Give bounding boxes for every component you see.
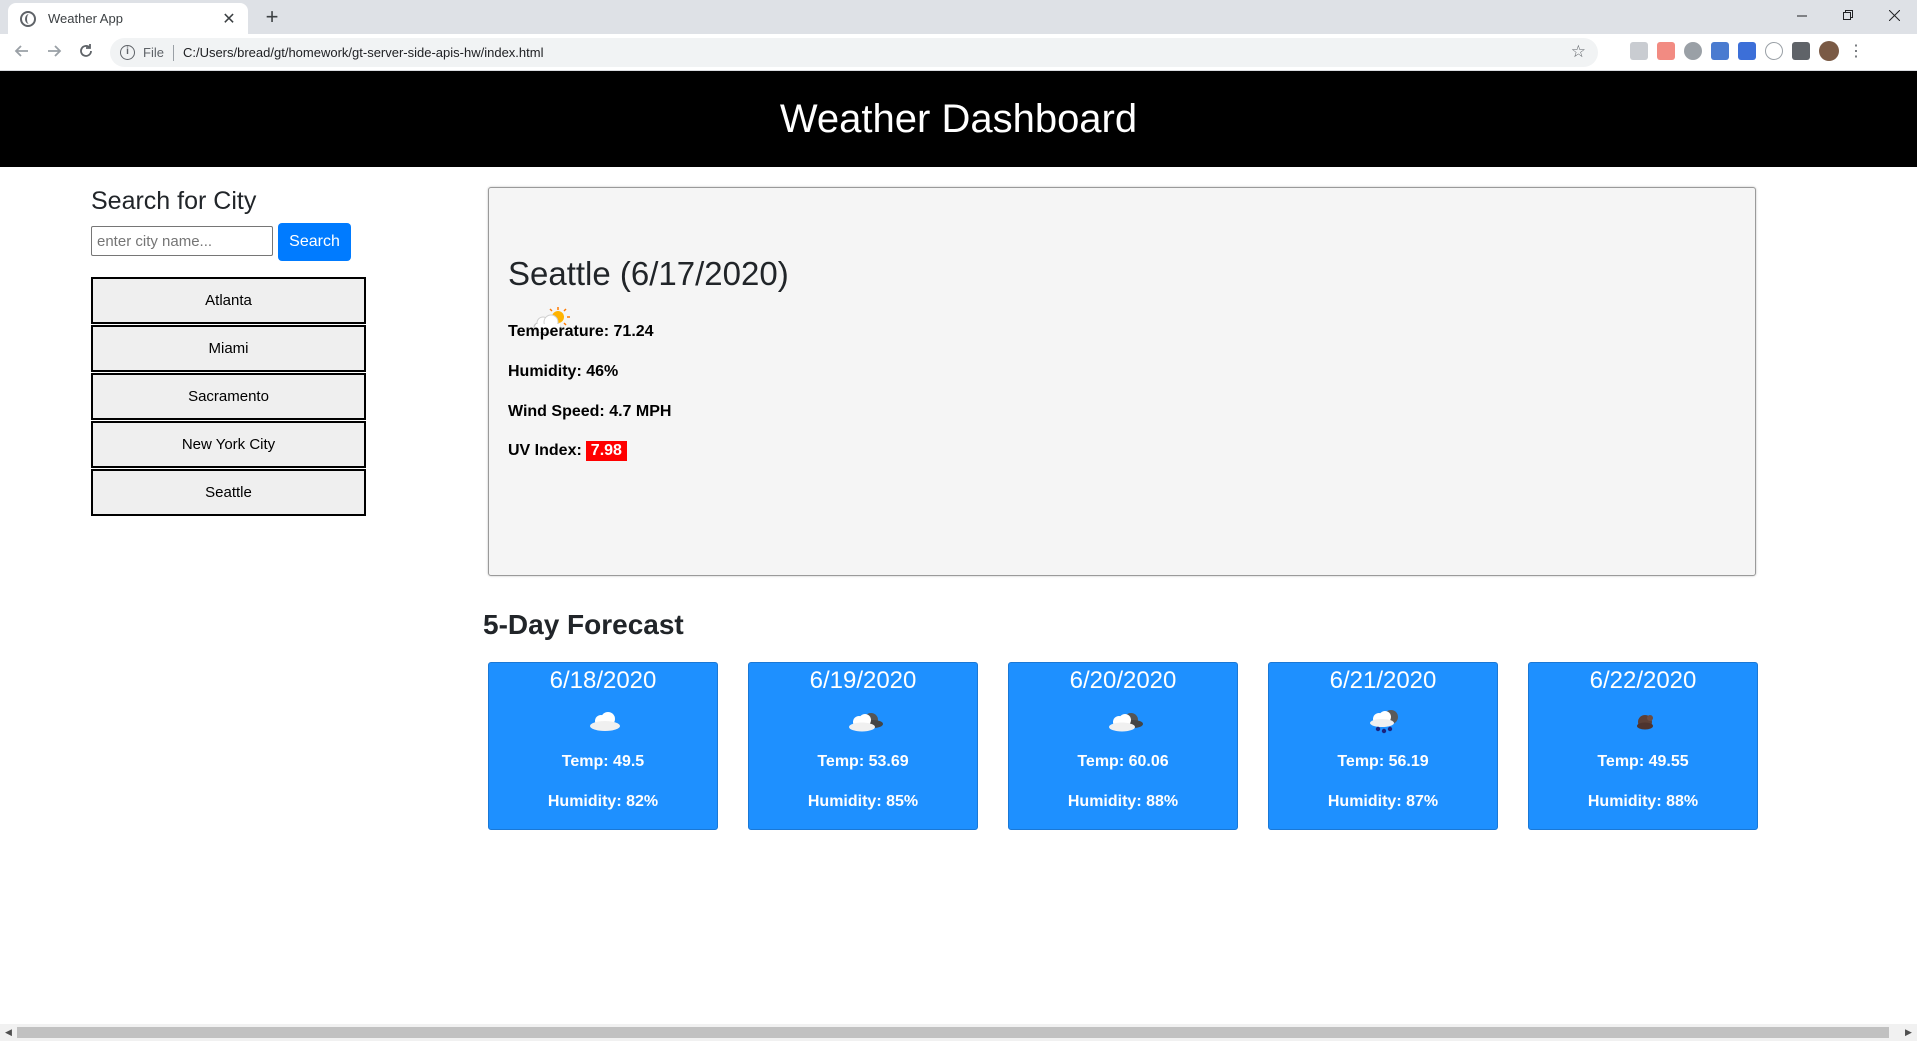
current-city-date: Seattle (6/17/2020) <box>508 255 789 292</box>
restore-icon <box>1842 9 1853 20</box>
temperature-value: 71.24 <box>613 323 654 340</box>
forecast-temp: Temp: 49.5 <box>561 753 645 770</box>
forecast-temp: Temp: 49.55 <box>1597 753 1689 770</box>
city-button-sacramento[interactable]: Sacramento <box>91 373 366 420</box>
forecast-card: 6/21/2020 Temp: 56.19 Humidity: 87% <box>1268 662 1498 830</box>
back-button[interactable] <box>8 39 36 67</box>
minimize-icon <box>1796 15 1807 16</box>
info-icon[interactable]: i <box>120 45 135 60</box>
current-weather-card: Seattle (6/17/2020) Temperature: 71.24 H… <box>488 187 1756 576</box>
wind-speed-stat: Wind Speed: 4.7 MPH <box>508 403 671 421</box>
uv-index-badge: 7.98 <box>585 441 627 461</box>
forecast-humidity: Humidity: 88% <box>1587 793 1699 810</box>
restore-button[interactable] <box>1825 0 1871 30</box>
browser-tab-weather-app[interactable]: Weather App ✕ <box>8 3 248 34</box>
forecast-card: 6/18/2020 Temp: 49.5 Humidity: 82% <box>488 662 718 830</box>
forecast-date: 6/20/2020 <box>1069 667 1177 694</box>
extension-calendar-icon[interactable] <box>1711 42 1729 60</box>
extension-circle-icon[interactable] <box>1765 42 1783 60</box>
extension-red-icon[interactable] <box>1657 42 1675 60</box>
cloudy-night-icon <box>849 713 883 732</box>
forecast-humidity: Humidity: 87% <box>1327 793 1439 810</box>
url-text[interactable]: C:/Users/bread/gt/homework/gt-server-sid… <box>183 45 544 60</box>
cloudy-night-icon <box>1109 713 1143 732</box>
page-title: Weather Dashboard <box>779 96 1138 141</box>
page-header: Weather Dashboard <box>0 71 1917 167</box>
city-button-atlanta[interactable]: Atlanta <box>91 277 366 324</box>
address-bar[interactable]: i File C:/Users/bread/gt/homework/gt-ser… <box>110 38 1598 67</box>
temperature-stat: Temperature: 71.24 <box>508 323 654 341</box>
forecast-date: 6/19/2020 <box>809 667 917 694</box>
browser-menu-icon[interactable]: ⋮ <box>1848 41 1864 61</box>
forecast-temp: Temp: 60.06 <box>1077 753 1169 770</box>
scrollbar-thumb[interactable] <box>17 1027 1889 1038</box>
temperature-label: Temperature: <box>508 323 610 340</box>
cloud-icon <box>590 712 620 731</box>
forecast-temp: Temp: 56.19 <box>1337 753 1429 770</box>
close-tab-icon[interactable]: ✕ <box>220 9 238 29</box>
humidity-stat: Humidity: 46% <box>508 363 618 381</box>
profile-avatar[interactable] <box>1819 41 1839 61</box>
forecast-humidity: Humidity: 82% <box>547 793 659 810</box>
humidity-value: 46% <box>586 363 619 380</box>
forecast-humidity: Humidity: 88% <box>1067 793 1179 810</box>
city-history-list: Atlanta Miami Sacramento New York City S… <box>91 277 366 517</box>
forecast-date: 6/18/2020 <box>549 667 657 694</box>
browser-tabstrip: Weather App ✕ + <box>0 0 1917 34</box>
page-viewport: Weather Dashboard Search for City Search… <box>0 71 1917 1024</box>
bookmark-star-icon[interactable]: ☆ <box>1571 42 1586 62</box>
close-window-button[interactable] <box>1871 0 1917 30</box>
new-tab-button[interactable]: + <box>258 4 286 32</box>
tab-title: Weather App <box>48 11 123 26</box>
reload-icon <box>80 44 92 57</box>
omnibox-divider <box>172 44 174 61</box>
wind-speed-label: Wind Speed: <box>508 403 605 420</box>
forecast-humidity: Humidity: 85% <box>807 793 919 810</box>
humidity-label: Humidity: <box>508 363 582 380</box>
city-search-input[interactable] <box>91 226 273 256</box>
extension-cast-icon[interactable] <box>1630 42 1648 60</box>
reload-button[interactable] <box>72 39 100 67</box>
url-scheme-label: File <box>143 45 164 60</box>
forecast-card: 6/22/2020 Temp: 49.55 Humidity: 88% <box>1528 662 1758 830</box>
city-button-seattle[interactable]: Seattle <box>91 469 366 516</box>
forward-button[interactable] <box>40 39 68 67</box>
minimize-button[interactable] <box>1779 0 1825 30</box>
horizontal-scrollbar[interactable]: ◀ ▶ <box>0 1024 1917 1041</box>
extension-picker-icon[interactable] <box>1738 42 1756 60</box>
rain-cloud-icon <box>1370 710 1398 734</box>
scroll-right-arrow-icon[interactable]: ▶ <box>1900 1024 1917 1041</box>
forecast-date: 6/22/2020 <box>1589 667 1697 694</box>
forecast-card: 6/19/2020 Temp: 53.69 Humidity: 85% <box>748 662 978 830</box>
wind-speed-value: 4.7 MPH <box>609 403 672 420</box>
forecast-row: 6/18/2020 Temp: 49.5 Humidity: 82% 6/19/… <box>488 662 1758 830</box>
close-window-icon <box>1888 9 1900 21</box>
back-arrow-icon <box>14 45 28 57</box>
window-controls <box>1779 0 1917 34</box>
globe-icon <box>20 10 36 27</box>
uv-index-label: UV Index: <box>508 442 582 459</box>
dark-cloud-icon <box>1637 715 1653 730</box>
browser-toolbar: i File C:/Users/bread/gt/homework/gt-ser… <box>0 34 1917 71</box>
uv-index-stat: UV Index: 7.98 <box>508 441 627 461</box>
extension-icons: ⋮ <box>1630 41 1864 61</box>
forward-arrow-icon <box>48 45 62 57</box>
forecast-date: 6/21/2020 <box>1329 667 1437 694</box>
forecast-heading: 5-Day Forecast <box>483 609 684 640</box>
forecast-temp: Temp: 53.69 <box>817 753 909 770</box>
forecast-card: 6/20/2020 Temp: 60.06 Humidity: 88% <box>1008 662 1238 830</box>
scroll-left-arrow-icon[interactable]: ◀ <box>0 1024 17 1041</box>
extension-cloud-icon[interactable] <box>1684 42 1702 60</box>
city-button-miami[interactable]: Miami <box>91 325 366 372</box>
search-heading: Search for City <box>91 187 257 215</box>
puzzle-extensions-icon[interactable] <box>1792 42 1810 60</box>
search-button[interactable]: Search <box>278 223 351 261</box>
city-button-new-york-city[interactable]: New York City <box>91 421 366 468</box>
